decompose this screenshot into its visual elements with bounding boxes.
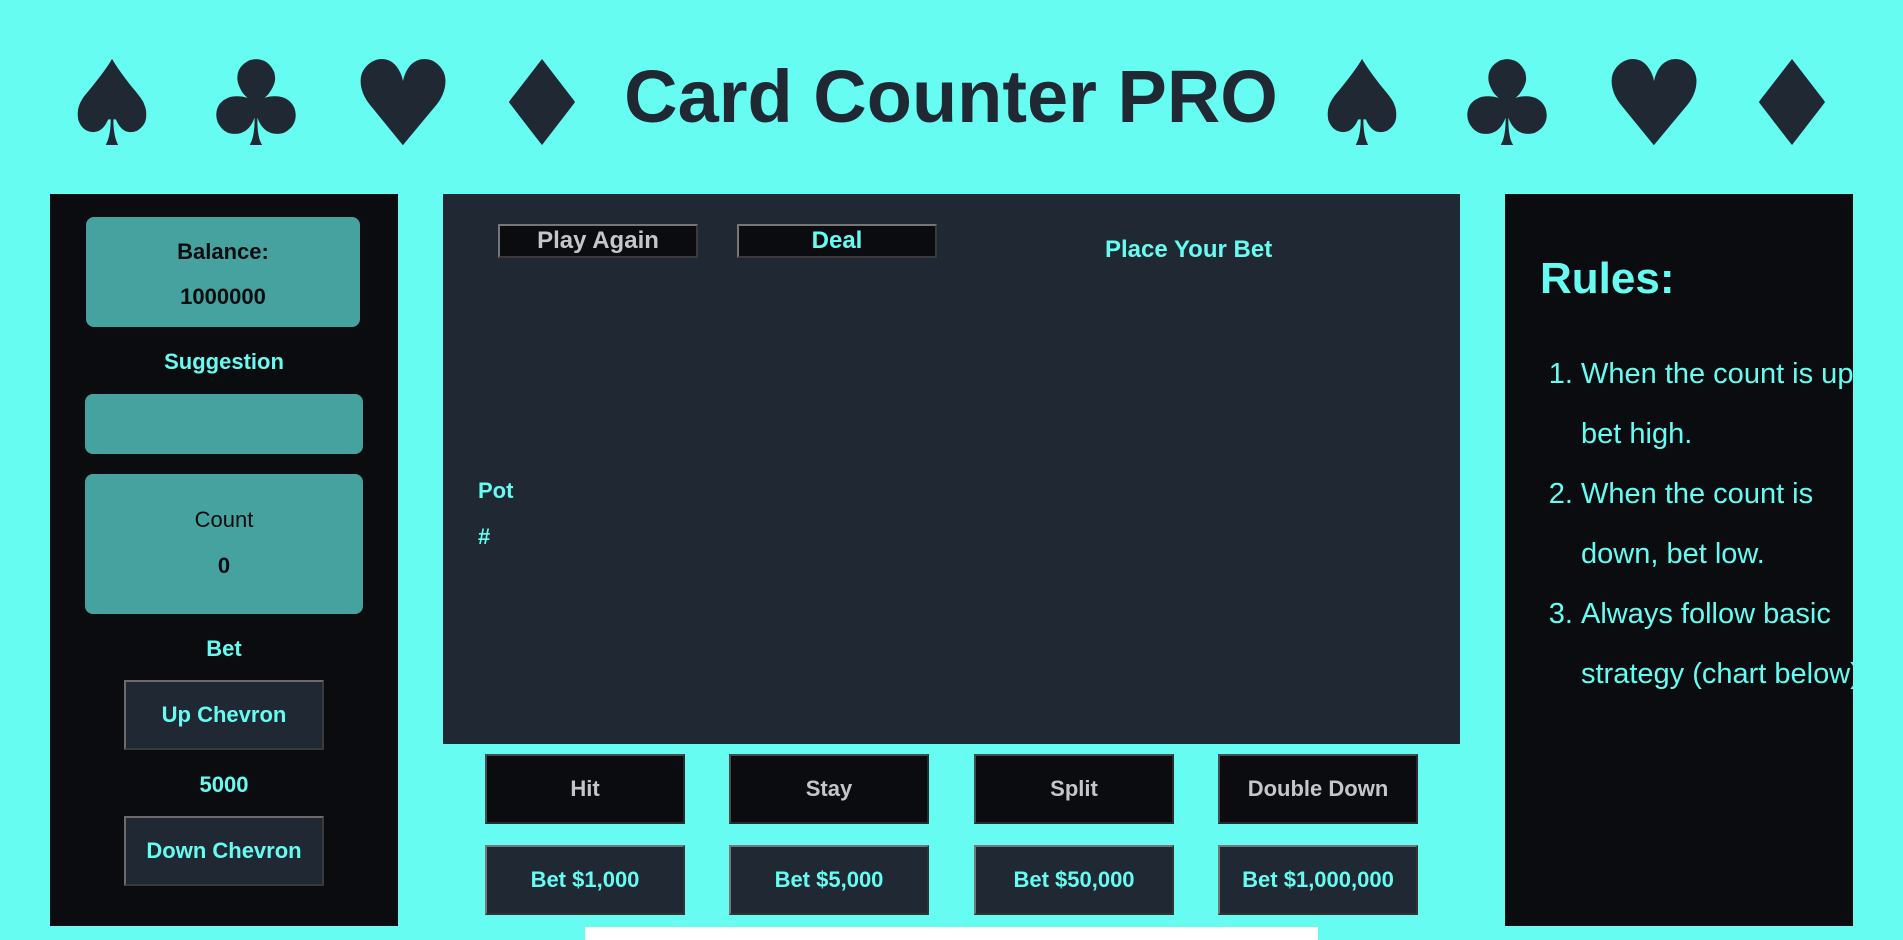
status-text: Place Your Bet [1105, 236, 1273, 263]
club-icon: ♣ [203, 35, 309, 173]
bet-1000-button[interactable]: Bet $1,000 [485, 845, 685, 915]
play-again-button[interactable]: Play Again [498, 224, 698, 258]
stay-button[interactable]: Stay [729, 754, 929, 824]
header: ♠ ♣ ♥ ♦ Card Counter PRO ♠ ♣ ♥ ♦ [0, 0, 1903, 190]
game-table: Play Again Deal Place Your Bet Pot # [443, 194, 1460, 744]
strategy-chart-edge [585, 927, 1318, 940]
hit-button[interactable]: Hit [485, 754, 685, 824]
bet-1000000-button[interactable]: Bet $1,000,000 [1218, 845, 1418, 915]
heart-icon: ♥ [1601, 35, 1707, 173]
split-button[interactable]: Split [974, 754, 1174, 824]
rules-title: Rules: [1540, 254, 1675, 303]
diamond-icon: ♦ [489, 35, 595, 173]
count-value: 0 [217, 553, 231, 578]
pot-value: # [478, 524, 491, 549]
pot-label: Pot [478, 478, 514, 503]
rules-list: When the count is up, bet high. When the… [1541, 344, 1881, 704]
left-panel: Balance: 1000000 Suggestion Count 0 Bet … [50, 194, 398, 926]
bet-5000-button[interactable]: Bet $5,000 [729, 845, 929, 915]
spade-icon: ♠ [59, 35, 165, 173]
spade-icon: ♠ [1309, 35, 1415, 173]
count-box: Count 0 [85, 474, 363, 614]
deal-button[interactable]: Deal [737, 224, 937, 258]
count-label: Count [194, 507, 254, 532]
down-chevron-button[interactable]: Down Chevron [124, 816, 324, 886]
rule-item: When the count is down, bet low. [1581, 464, 1881, 584]
bet-label: Bet [206, 636, 242, 661]
rule-item: When the count is up, bet high. [1581, 344, 1881, 464]
club-icon: ♣ [1454, 35, 1560, 173]
diamond-icon: ♦ [1739, 35, 1845, 173]
bet-value: 5000 [199, 772, 249, 797]
balance-value: 1000000 [180, 284, 266, 309]
balance-box: Balance: 1000000 [86, 217, 360, 327]
suggestion-box [85, 394, 363, 454]
suggestion-label: Suggestion [164, 349, 284, 374]
balance-label: Balance: [177, 239, 269, 264]
up-chevron-button[interactable]: Up Chevron [124, 680, 324, 750]
rules-panel: Rules: When the count is up, bet high. W… [1505, 194, 1868, 926]
page-title: Card Counter PRO [624, 55, 1278, 138]
double-down-button[interactable]: Double Down [1218, 754, 1418, 824]
bet-50000-button[interactable]: Bet $50,000 [974, 845, 1174, 915]
rule-item: Always follow basic strategy (chart belo… [1581, 584, 1881, 704]
heart-icon: ♥ [350, 35, 456, 173]
